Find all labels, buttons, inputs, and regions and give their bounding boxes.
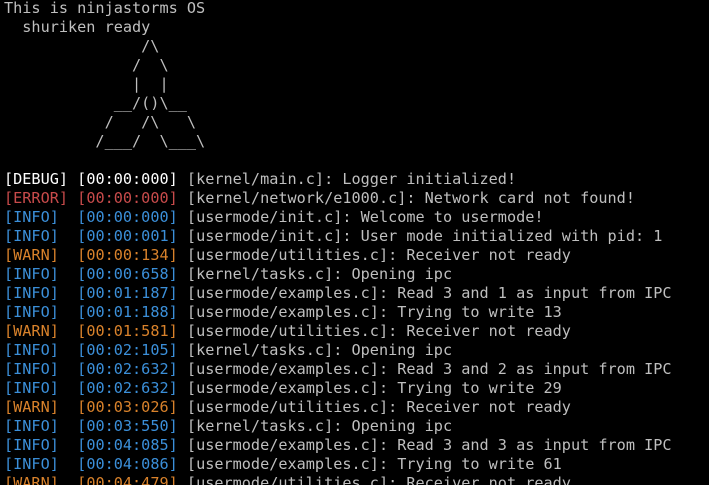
- log-line: [INFO] [00:04:086] [usermode/examples.c]…: [4, 455, 562, 474]
- log-message: [usermode/utilities.c]: Receiver not rea…: [186, 398, 571, 416]
- log-line: [WARN] [00:03:026] [usermode/utilities.c…: [4, 398, 571, 417]
- banner-title: This is ninjastorms OS: [4, 0, 206, 17]
- log-level: [INFO]: [4, 284, 69, 302]
- log-level: [INFO]: [4, 417, 69, 435]
- log-line: [WARN] [00:00:134] [usermode/utilities.c…: [4, 246, 571, 265]
- log-level: [INFO]: [4, 303, 69, 321]
- log-line: [WARN] [00:01:581] [usermode/utilities.c…: [4, 322, 571, 341]
- ascii-art-line: / \: [4, 56, 169, 74]
- log-message: [usermode/examples.c]: Trying to write 2…: [186, 379, 562, 397]
- log-line: [INFO] [00:03:550] [kernel/tasks.c]: Ope…: [4, 417, 452, 436]
- log-line: [INFO] [00:00:001] [usermode/init.c]: Us…: [4, 227, 662, 246]
- log-timestamp: [00:04:479]: [77, 474, 178, 485]
- log-timestamp: [00:02:632]: [77, 379, 178, 397]
- log-message: [kernel/tasks.c]: Opening ipc: [186, 341, 453, 359]
- log-message: [usermode/init.c]: User mode initialized…: [186, 227, 663, 245]
- log-message: [usermode/examples.c]: Read 3 and 2 as i…: [186, 360, 672, 378]
- log-level: [INFO]: [4, 227, 69, 245]
- log-message: [kernel/tasks.c]: Opening ipc: [186, 417, 453, 435]
- banner-subtitle: shuriken ready: [4, 18, 151, 36]
- log-line: [ERROR] [00:00:000] [kernel/network/e100…: [4, 189, 635, 208]
- log-line: [INFO] [00:01:188] [usermode/examples.c]…: [4, 303, 562, 322]
- ascii-art-line: /\: [4, 37, 160, 55]
- log-level: [WARN]: [4, 246, 69, 264]
- log-timestamp: [00:00:001]: [77, 227, 178, 245]
- ascii-art-line: / /\ \: [4, 113, 197, 131]
- log-timestamp: [00:03:550]: [77, 417, 178, 435]
- log-level: [INFO]: [4, 436, 69, 454]
- log-message: [usermode/utilities.c]: Receiver not rea…: [186, 246, 571, 264]
- log-timestamp: [00:01:188]: [77, 303, 178, 321]
- log-message: [kernel/main.c]: Logger initialized!: [186, 170, 517, 188]
- log-level: [DEBUG]: [4, 170, 69, 188]
- log-timestamp: [00:01:581]: [77, 322, 178, 340]
- log-line: [INFO] [00:02:632] [usermode/examples.c]…: [4, 360, 672, 379]
- log-message: [kernel/tasks.c]: Opening ipc: [186, 265, 453, 283]
- log-timestamp: [00:00:000]: [77, 208, 178, 226]
- log-timestamp: [00:00:658]: [77, 265, 178, 283]
- log-line: [INFO] [00:00:658] [kernel/tasks.c]: Ope…: [4, 265, 452, 284]
- log-line: [INFO] [00:01:187] [usermode/examples.c]…: [4, 284, 672, 303]
- log-level: [WARN]: [4, 474, 69, 485]
- log-level: [INFO]: [4, 341, 69, 359]
- log-level: [WARN]: [4, 322, 69, 340]
- log-line: [INFO] [00:02:632] [usermode/examples.c]…: [4, 379, 562, 398]
- log-timestamp: [00:02:105]: [77, 341, 178, 359]
- log-timestamp: [00:00:134]: [77, 246, 178, 264]
- log-timestamp: [00:03:026]: [77, 398, 178, 416]
- log-level: [INFO]: [4, 265, 69, 283]
- log-message: [usermode/init.c]: Welcome to usermode!: [186, 208, 544, 226]
- log-level: [WARN]: [4, 398, 69, 416]
- log-timestamp: [00:04:086]: [77, 455, 178, 473]
- terminal-screen[interactable]: This is ninjastorms OS shuriken ready /\…: [0, 0, 709, 485]
- ascii-art-line: __/()\__: [4, 94, 187, 112]
- log-message: [usermode/utilities.c]: Receiver not rea…: [186, 474, 571, 485]
- log-level: [INFO]: [4, 455, 69, 473]
- log-timestamp: [00:02:632]: [77, 360, 178, 378]
- log-timestamp: [00:04:085]: [77, 436, 178, 454]
- ascii-art-line: /___/ \___\: [4, 132, 206, 150]
- log-message: [usermode/examples.c]: Read 3 and 1 as i…: [186, 284, 672, 302]
- log-line: [DEBUG] [00:00:000] [kernel/main.c]: Log…: [4, 170, 516, 189]
- log-level: [INFO]: [4, 379, 69, 397]
- log-line: [INFO] [00:02:105] [kernel/tasks.c]: Ope…: [4, 341, 452, 360]
- log-line: [INFO] [00:04:085] [usermode/examples.c]…: [4, 436, 672, 455]
- log-timestamp: [00:00:000]: [77, 189, 178, 207]
- log-level: [INFO]: [4, 360, 69, 378]
- log-message: [usermode/examples.c]: Trying to write 6…: [186, 455, 562, 473]
- log-line: [INFO] [00:00:000] [usermode/init.c]: We…: [4, 208, 544, 227]
- log-level: [ERROR]: [4, 189, 69, 207]
- log-timestamp: [00:01:187]: [77, 284, 178, 302]
- log-timestamp: [00:00:000]: [77, 170, 178, 188]
- ascii-art-line: | |: [4, 75, 169, 93]
- log-message: [usermode/utilities.c]: Receiver not rea…: [186, 322, 571, 340]
- log-level: [INFO]: [4, 208, 69, 226]
- log-message: [usermode/examples.c]: Read 3 and 3 as i…: [186, 436, 672, 454]
- log-message: [kernel/network/e1000.c]: Network card n…: [186, 189, 635, 207]
- log-line: [WARN] [00:04:479] [usermode/utilities.c…: [4, 474, 571, 485]
- log-message: [usermode/examples.c]: Trying to write 1…: [186, 303, 562, 321]
